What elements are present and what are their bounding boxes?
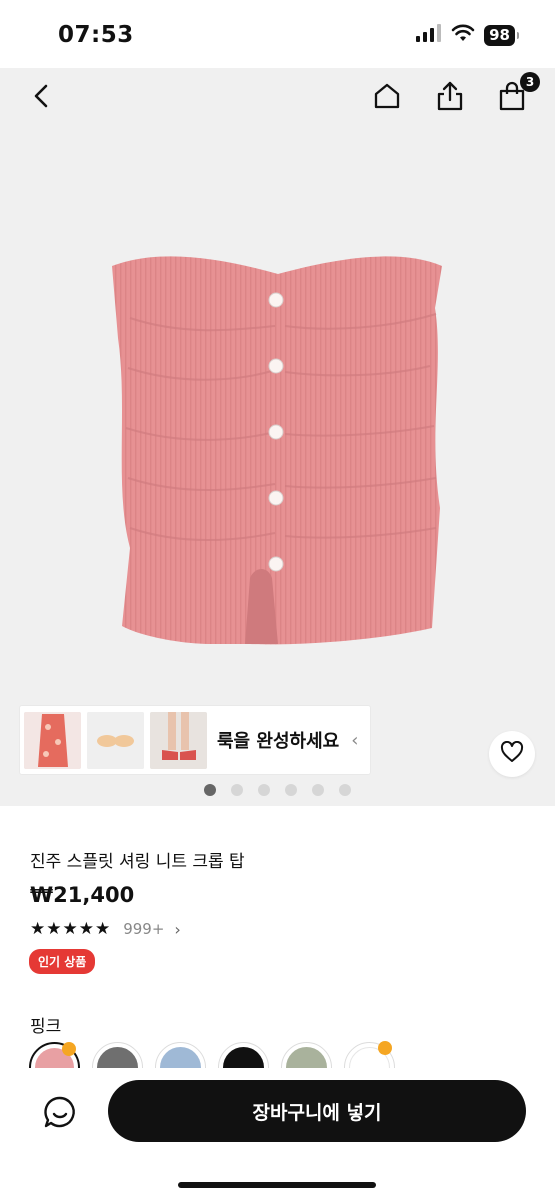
chevron-left-icon[interactable]: ‹ — [351, 730, 358, 751]
star-rating: ★★★★★ — [30, 919, 112, 939]
chat-button[interactable] — [38, 1092, 82, 1136]
signal-icon — [416, 24, 442, 46]
product-image[interactable] — [100, 248, 460, 668]
home-icon — [372, 81, 402, 115]
product-gallery[interactable]: 3 룩을 완성하세요 ‹ — [0, 68, 555, 806]
complete-the-look-strip[interactable]: 룩을 완성하세요 ‹ — [20, 706, 370, 774]
cart-button[interactable]: 3 — [492, 72, 540, 118]
cart-count-badge: 3 — [520, 72, 540, 92]
wishlist-button[interactable] — [489, 731, 535, 777]
back-button[interactable] — [22, 78, 62, 118]
hot-icon — [62, 1042, 76, 1056]
status-time: 07:53 — [58, 22, 134, 48]
wifi-icon — [451, 24, 475, 46]
rating-row[interactable]: ★★★★★ 999+ › — [30, 919, 181, 939]
add-to-cart-button[interactable]: 장바구니에 넣기 — [108, 1080, 526, 1142]
share-icon — [435, 80, 465, 116]
chat-bubble-icon — [42, 1094, 78, 1134]
carousel-dot[interactable] — [339, 784, 351, 796]
carousel-dot[interactable] — [204, 784, 216, 796]
outfit-thumb-nipple-covers[interactable] — [87, 711, 144, 769]
chevron-right-icon: › — [174, 919, 181, 939]
carousel-dot[interactable] — [258, 784, 270, 796]
heart-icon — [500, 740, 524, 767]
battery-indicator: 98 — [484, 24, 519, 46]
product-info: 진주 스플릿 셔링 니트 크롭 탑 ₩21,400 ★★★★★ 999+ › 인… — [0, 806, 555, 1093]
complete-the-look-label: 룩을 완성하세요 — [217, 731, 340, 752]
review-count: 999+ — [123, 920, 165, 938]
carousel-dot[interactable] — [231, 784, 243, 796]
chevron-left-icon — [31, 82, 53, 114]
product-title: 진주 스플릿 셔링 니트 크롭 탑 — [30, 852, 245, 872]
share-button[interactable] — [430, 78, 470, 118]
carousel-pagination — [0, 784, 555, 796]
carousel-dot[interactable] — [312, 784, 324, 796]
status-icons: 98 — [416, 24, 519, 46]
product-price: ₩21,400 — [30, 883, 135, 907]
outfit-thumb-sandals[interactable] — [150, 711, 207, 769]
carousel-dot[interactable] — [285, 784, 297, 796]
outfit-thumb-skirt[interactable] — [24, 711, 81, 769]
status-bar: 07:53 98 — [0, 0, 555, 68]
color-label: 핑크 — [30, 1017, 62, 1037]
home-button[interactable] — [367, 78, 407, 118]
popular-badge: 인기 상품 — [29, 949, 96, 974]
bottom-action-bar: 장바구니에 넣기 — [0, 1068, 555, 1200]
hot-icon — [378, 1041, 392, 1055]
home-indicator — [178, 1182, 376, 1188]
